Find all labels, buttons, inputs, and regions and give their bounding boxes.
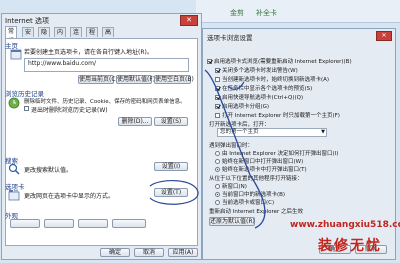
background-tab[interactable]: 金剪 — [230, 8, 244, 18]
checkbox-switch-new-tab[interactable]: 当创建新选项卡时，始终切换到新选项卡(A) — [215, 75, 329, 83]
popup-heading: 遇到弹出窗口时： — [209, 143, 254, 149]
colors-button[interactable] — [10, 219, 40, 228]
checkbox-first-home-only[interactable]: 打开 Internet Explorer 时只加载第一个主页(F) — [215, 111, 340, 119]
radio-links-new-window[interactable]: 新窗口(N) — [215, 182, 247, 190]
radio-icon — [215, 192, 220, 197]
checkbox-icon — [215, 95, 220, 100]
tab-connections[interactable]: 连接 — [70, 27, 83, 46]
tab-privacy[interactable]: 隐私 — [38, 27, 51, 46]
checkbox-icon — [207, 59, 212, 64]
radio-popup-new-tab[interactable]: 始终在新选项卡中打开弹出窗口(T) — [215, 165, 307, 173]
radio-links-current[interactable]: 当前选项卡或窗口(C) — [215, 198, 274, 206]
close-icon[interactable]: ✕ — [376, 31, 392, 41]
checkbox-icon — [215, 86, 220, 91]
window-title: Internet 选项 — [5, 17, 50, 25]
tab-content[interactable]: 内容 — [54, 27, 67, 46]
ok-button[interactable]: 确定 — [100, 248, 130, 257]
close-icon[interactable]: ✕ — [180, 15, 198, 26]
home-url-field[interactable]: http://www.baidu.com/ — [24, 58, 189, 72]
tab-advanced[interactable]: 高级 — [102, 27, 115, 46]
tabs-icon — [8, 189, 20, 201]
radio-popup-new-window[interactable]: 始终在新窗口中打开弹出窗口(W) — [215, 157, 303, 165]
radio-popup-ie-decide[interactable]: 由 Internet Explorer 决定如何打开弹出窗口(I) — [215, 149, 338, 157]
internet-options-window: Internet 选项 ✕ 常规 安全 隐私 内容 连接 程序 高级 主页 若要… — [1, 13, 202, 260]
dialog-title: 选项卡浏览设置 — [207, 34, 253, 42]
delete-on-exit-label: 退出时删除浏览历史记录(W) — [31, 107, 108, 114]
checkbox-icon — [215, 68, 220, 73]
links-heading: 从位于以下位置的其他程序打开链接： — [209, 176, 303, 182]
restore-defaults-button[interactable]: 还原为默认值(R) — [209, 217, 255, 226]
radio-label: 当前选项卡或窗口(C) — [222, 200, 275, 206]
checkbox-quick-tabs[interactable]: 启用快速导航选项卡(Ctrl+Q)(Q) — [215, 93, 303, 101]
search-settings-button[interactable]: 设置(I) — [154, 162, 188, 171]
checkbox-label: 在任务栏中显示各个选项卡的预览(S) — [222, 86, 313, 92]
checkbox-taskbar-preview[interactable]: 在任务栏中显示各个选项卡的预览(S) — [215, 84, 312, 92]
checkbox-label: 启用选项卡分组(G) — [222, 104, 270, 110]
new-tab-select[interactable]: 您的第一个主页 ▼ — [217, 128, 327, 137]
search-description: 更改搜索默认值。 — [24, 167, 73, 174]
restart-note: 重新启动 Internet Explorer 之后生效 — [209, 209, 303, 215]
radio-icon — [215, 184, 220, 189]
checkbox-label: 关闭多个选项卡时发出警告(W) — [222, 68, 298, 74]
watermark-name: 装修无忧 — [318, 238, 382, 254]
accessibility-button[interactable] — [112, 219, 146, 228]
new-tab-select-value: 您的第一个主页 — [220, 129, 259, 135]
watermark-url: www.zhuangxiu518.com — [290, 220, 400, 230]
chevron-down-icon: ▼ — [321, 129, 325, 135]
search-icon — [8, 163, 20, 175]
tab-programs[interactable]: 程序 — [86, 27, 99, 46]
delete-on-exit-checkbox[interactable] — [24, 106, 29, 111]
checkbox-icon — [215, 77, 220, 82]
fonts-button[interactable] — [78, 219, 108, 228]
tabs-description: 更改网页在选项卡中显示的方式。 — [24, 193, 115, 200]
use-blank-button[interactable]: 使用空白页(B) — [154, 75, 194, 84]
history-description: 删除临时文件、历史记录、Cookie、保存的密码和网页表单信息。 — [24, 99, 186, 105]
tabs-settings-button[interactable]: 设置(T) — [154, 188, 188, 197]
checkbox-icon — [215, 113, 220, 118]
radio-icon — [215, 167, 220, 172]
home-description: 若要创建主页选项卡，请在各自行键入地址(R)。 — [24, 49, 153, 56]
checkbox-label: 启用快速导航选项卡(Ctrl+Q)(Q) — [222, 95, 304, 101]
checkbox-tab-groups[interactable]: 启用选项卡分组(G) — [215, 102, 269, 110]
home-url-value: http://www.baidu.com/ — [28, 60, 96, 67]
radio-icon — [215, 200, 220, 205]
history-icon — [8, 97, 20, 109]
checkbox-label: 当创建新选项卡时，始终切换到新选项卡(A) — [222, 77, 330, 83]
apply-button[interactable]: 应用(A) — [168, 248, 198, 257]
use-default-button[interactable]: 使用默认值(F) — [116, 75, 155, 84]
checkbox-label: 启用选项卡式浏览(需要重新启动 Internet Explorer)(B) — [214, 59, 352, 65]
background-tab[interactable]: 补全卡 — [256, 8, 277, 18]
checkbox-label: 打开 Internet Explorer 时只加载第一个主页(F) — [222, 113, 340, 119]
cancel-button[interactable]: 取消 — [134, 248, 164, 257]
radio-icon — [215, 159, 220, 164]
delete-button[interactable]: 删除(D)... — [118, 117, 152, 126]
radio-icon — [215, 151, 220, 156]
background-browser-strip: 金剪 补全卡 — [196, 0, 400, 23]
home-page-icon — [10, 48, 22, 60]
checkbox-warn-close[interactable]: 关闭多个选项卡时发出警告(W) — [215, 66, 298, 74]
tab-general[interactable]: 常规 — [5, 26, 18, 45]
use-current-button[interactable]: 使用当前页(C) — [78, 75, 118, 84]
history-settings-button[interactable]: 设置(S) — [154, 117, 188, 126]
radio-label: 始终在新选项卡中打开弹出窗口(T) — [222, 167, 307, 173]
new-tab-open-label: 打开新选项卡后，打开： — [209, 122, 270, 128]
languages-button[interactable] — [44, 219, 74, 228]
tab-security[interactable]: 安全 — [22, 27, 35, 46]
radio-links-new-tab[interactable]: 当前窗口中的新选项卡(B) — [215, 190, 285, 198]
checkbox-enable-tabs[interactable]: 启用选项卡式浏览(需要重新启动 Internet Explorer)(B) — [207, 57, 352, 65]
checkbox-icon — [215, 104, 220, 109]
